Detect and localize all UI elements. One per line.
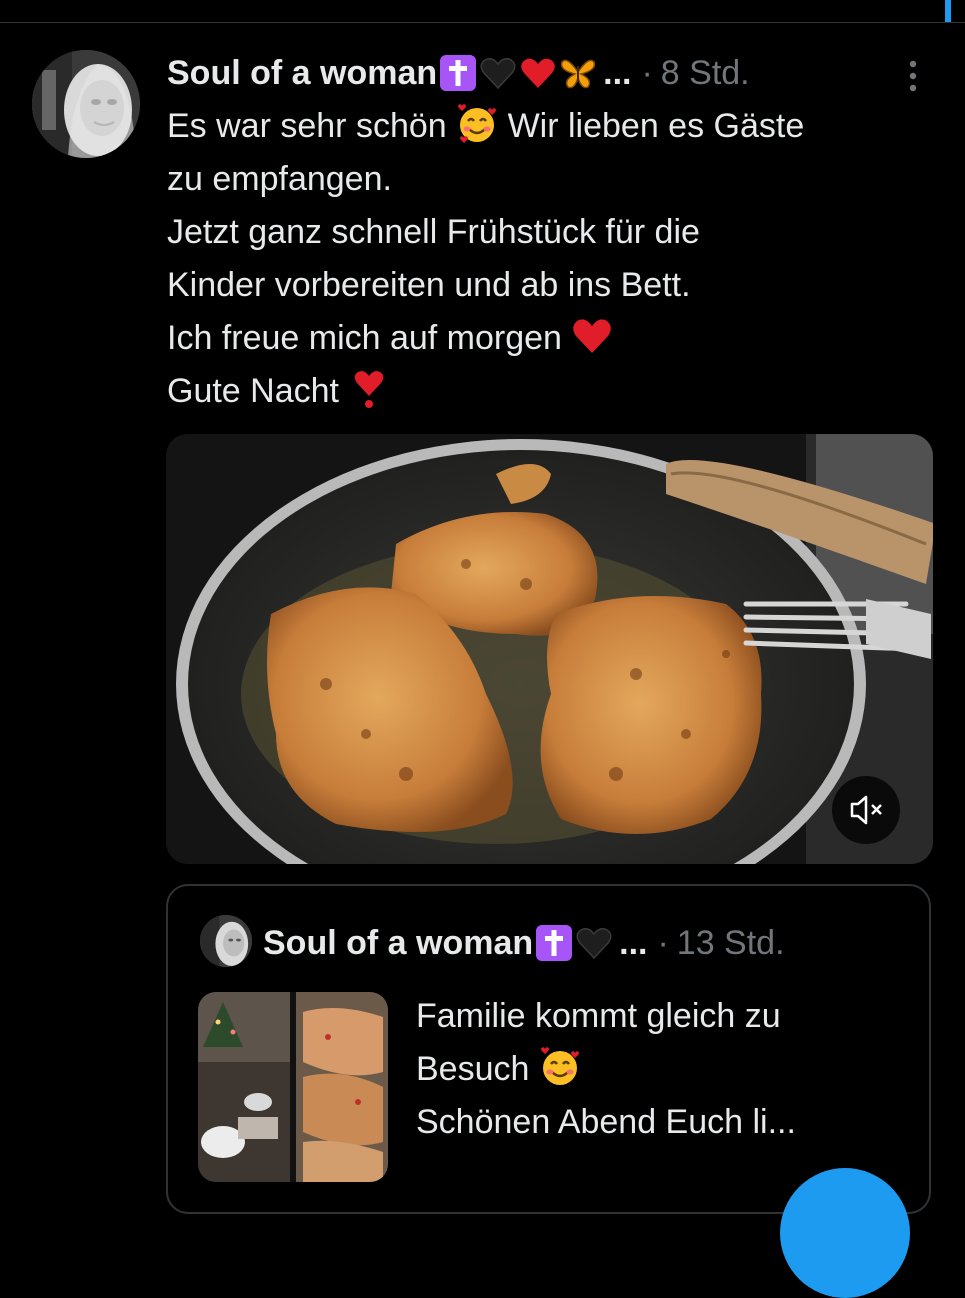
post-text-line: Jetzt ganz schnell Frühstück für die xyxy=(167,213,700,251)
quoted-post-header: Soul of a woman ... · 13 Std. xyxy=(263,920,785,966)
separator-dot: · xyxy=(657,923,669,962)
name-truncation: ... xyxy=(603,53,632,92)
smiling-face-with-hearts-icon xyxy=(539,1046,581,1088)
compose-fab-button[interactable] xyxy=(780,1168,910,1298)
post-text-line: Kinder vorbereiten und ab ins Bett. xyxy=(167,266,691,304)
latin-cross-icon xyxy=(439,54,477,92)
avatar-image xyxy=(32,50,140,158)
quoted-timestamp[interactable]: 13 Std. xyxy=(677,924,785,963)
heart-exclamation-icon xyxy=(348,368,390,410)
quoted-text-line: Schönen Abend Euch li... xyxy=(416,1103,796,1141)
quoted-post-thumbnail[interactable] xyxy=(198,992,388,1182)
post-header: Soul of a woman ... · 8 Std. xyxy=(167,50,750,96)
red-heart-icon xyxy=(571,315,613,357)
timestamp[interactable]: 8 Std. xyxy=(661,54,750,93)
butterfly-icon xyxy=(559,54,597,92)
latin-cross-icon xyxy=(535,924,573,962)
post-text-line: Ich freue mich auf morgen xyxy=(167,312,937,365)
quoted-avatar[interactable] xyxy=(200,915,252,967)
post-text-segment: Gute Nacht xyxy=(167,372,339,410)
black-heart-icon xyxy=(479,54,517,92)
dinner-collage-image xyxy=(198,992,388,1182)
top-divider xyxy=(0,22,965,23)
separator-dot: · xyxy=(641,53,653,92)
avatar[interactable] xyxy=(32,50,140,158)
quoted-text-segment: Besuch xyxy=(416,1050,530,1088)
name-truncation: ... xyxy=(619,923,648,962)
quoted-text-line: Familie kommt gleich zu xyxy=(416,997,781,1035)
quoted-author-name[interactable]: Soul of a woman xyxy=(263,924,533,963)
post-text-line: Gute Nacht xyxy=(167,365,937,418)
scroll-indicator xyxy=(945,0,951,22)
post-text-segment: Es war sehr schön xyxy=(167,107,447,145)
black-heart-icon xyxy=(575,924,613,962)
post-text-segment: Wir lieben es Gäste xyxy=(507,107,805,145)
smiling-face-with-hearts-icon xyxy=(456,103,498,145)
post-text-line: Es war sehr schön Wir lieben es Gäste xyxy=(167,100,937,153)
post-video[interactable] xyxy=(166,434,933,864)
mute-toggle-button[interactable] xyxy=(832,776,900,844)
post-text-line: zu empfangen. xyxy=(167,160,392,198)
post-text: Es war sehr schön Wir lieben es Gäste zu… xyxy=(167,100,937,418)
speaker-muted-icon xyxy=(850,795,882,825)
post-text-segment: Ich freue mich auf morgen xyxy=(167,319,562,357)
author-name[interactable]: Soul of a woman xyxy=(167,54,437,93)
frying-pan-image xyxy=(166,434,933,864)
red-heart-icon xyxy=(519,54,557,92)
avatar-image xyxy=(200,915,252,967)
more-vertical-icon xyxy=(909,60,917,92)
more-options-button[interactable] xyxy=(898,56,928,96)
quoted-post-text: Familie kommt gleich zu Besuch Schönen A… xyxy=(416,990,916,1149)
quoted-text-line: Besuch xyxy=(416,1043,916,1096)
